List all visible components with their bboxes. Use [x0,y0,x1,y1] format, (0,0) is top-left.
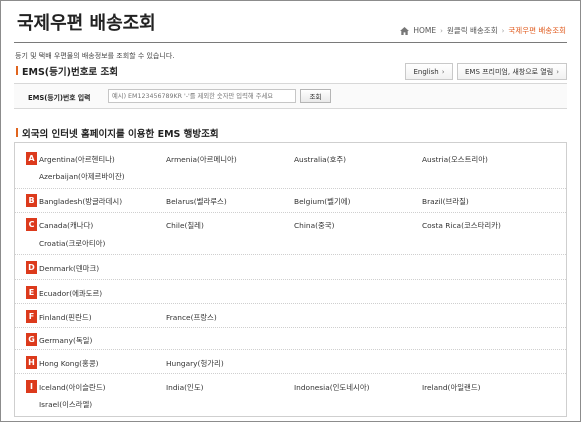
country-link[interactable]: Costa Rica(코스타리카) [422,220,501,231]
letter-badge: D [26,261,37,274]
country-section-title: 외국의 인터넷 홈페이지를 이용한 EMS 행방조회 [22,129,219,140]
country-link[interactable]: Ireland(아일랜드) [422,382,481,393]
home-icon[interactable] [400,26,410,35]
country-row-g: G Germany(독일) [15,328,566,350]
country-link[interactable]: Bangladesh(방글라데시) [39,196,122,207]
breadcrumb-current: 국제우편 배송조회 [508,26,566,35]
ems-number-label: EMS(등기)번호 입력 [28,94,91,102]
country-link[interactable]: Belgium(벨기에) [294,196,350,207]
country-link[interactable]: Hungary(헝가리) [166,358,224,369]
letter-badge: B [26,194,37,207]
letter-badge: G [26,333,37,346]
letter-badge: H [26,356,37,369]
letter-badge: I [26,380,37,393]
country-link[interactable]: Brazil(브라질) [422,196,469,207]
breadcrumb: HOME › 원클릭 배송조회 › 국제우편 배송조회 [400,25,566,36]
country-link[interactable]: Argentina(아르헨티나) [39,154,115,165]
letter-badge: F [26,310,37,323]
intro-text: 등기 및 택배 우편물의 배송정보를 조회할 수 있습니다. [15,52,175,60]
ems-search-section-title: EMS(등기)번호로 조회 [22,67,118,78]
country-link[interactable]: India(인도) [166,382,204,393]
country-row-c: C Canada(캐나다) Chile(칠레) China(중국) Costa … [15,213,566,255]
search-button[interactable]: 조회 [300,89,331,103]
chevron-right-icon: › [441,67,445,76]
country-link[interactable]: Denmark(덴마크) [39,263,99,274]
title-divider [14,42,567,43]
country-link[interactable]: Belarus(벨라루스) [166,196,227,207]
country-link[interactable]: Iceland(아이슬란드) [39,382,106,393]
country-link[interactable]: Finland(핀란드) [39,312,92,323]
ems-premium-popup-button[interactable]: EMS 프리미엄, 새창으로 열림 › [457,63,567,80]
country-row-a: A Argentina(아르헨티나) Armenia(아르메니아) Austra… [15,143,566,189]
section-bullet-icon [16,128,18,137]
ems-number-input[interactable] [108,89,296,103]
letter-badge: E [26,286,37,299]
country-row-f: F Finland(핀란드) France(프랑스) [15,304,566,328]
letter-badge: A [26,152,37,165]
country-row-h: H Hong Kong(홍콩) Hungary(헝가리) [15,350,566,374]
country-link[interactable]: Ecuador(에콰도르) [39,288,102,299]
country-link[interactable]: Austria(오스트리아) [422,154,488,165]
page-title: 국제우편 배송조회 [17,13,156,34]
country-link[interactable]: Croatia(크로아티아) [39,238,105,249]
chevron-right-icon: › [501,26,505,35]
country-link[interactable]: Hong Kong(홍콩) [39,358,99,369]
breadcrumb-home[interactable]: HOME [413,26,436,35]
section-bullet-icon [16,66,18,75]
country-link[interactable]: Israel(이스라엘) [39,399,92,410]
country-link[interactable]: Chile(칠레) [166,220,204,231]
country-link[interactable]: Indonesia(인도네시아) [294,382,370,393]
chevron-right-icon: › [440,26,443,35]
country-link[interactable]: China(중국) [294,220,334,231]
country-row-e: E Ecuador(에콰도르) [15,280,566,304]
breadcrumb-parent[interactable]: 원클릭 배송조회 [447,25,498,36]
country-row-b: B Bangladesh(방글라데시) Belarus(벨라루스) Belgiu… [15,189,566,213]
ems-premium-popup-label: EMS 프리미엄, 새창으로 열림 [464,67,554,76]
english-button-label: English [413,67,439,76]
country-link[interactable]: Azerbaijan(아제르바이잔) [39,171,125,182]
english-button[interactable]: English › [405,63,453,80]
country-link[interactable]: Australia(호주) [294,154,346,165]
country-row-i: I Iceland(아이슬란드) India(인도) Indonesia(인도네… [15,374,566,416]
country-link[interactable]: France(프랑스) [166,312,217,323]
country-link[interactable]: Canada(캐나다) [39,220,93,231]
country-row-d: D Denmark(덴마크) [15,255,566,280]
country-link[interactable]: Germany(독일) [39,335,92,346]
country-link[interactable]: Armenia(아르메니아) [166,154,237,165]
chevron-right-icon: › [556,67,560,76]
letter-badge: C [26,218,37,231]
country-table: A Argentina(아르헨티나) Armenia(아르메니아) Austra… [14,142,567,417]
